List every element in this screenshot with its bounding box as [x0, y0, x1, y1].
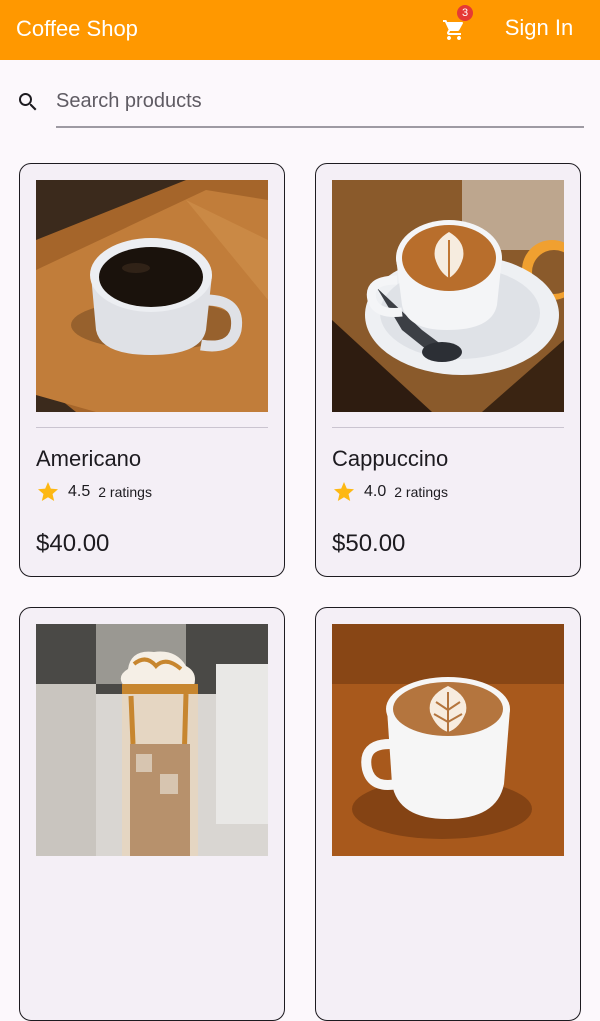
divider: [36, 427, 268, 428]
app-title: Coffee Shop: [16, 16, 138, 41]
product-image: [332, 624, 564, 856]
product-image: [36, 180, 268, 412]
rating-row: 4.5 2 ratings: [36, 480, 152, 504]
star-icon: [334, 482, 354, 501]
rating-value: 4.0: [364, 483, 387, 500]
rating-value: 4.5: [68, 483, 91, 500]
ratings-count: 2 ratings: [98, 484, 152, 500]
product-price: $50.00: [332, 530, 406, 557]
rating-row: 4.0 2 ratings: [332, 480, 448, 504]
product-card[interactable]: [19, 607, 285, 1021]
product-name: Americano: [36, 446, 142, 471]
product-card[interactable]: Americano 4.5 2 ratings $40.00: [19, 163, 285, 577]
cart-button[interactable]: 3: [436, 5, 473, 48]
product-card[interactable]: [315, 607, 581, 1021]
product-price: $40.00: [36, 530, 110, 557]
search-icon: [19, 93, 37, 111]
product-image: [36, 624, 268, 856]
star-icon: [38, 482, 58, 501]
divider: [332, 427, 564, 428]
product-name: Cappuccino: [332, 446, 449, 471]
product-card[interactable]: Cappuccino 4.0 2 ratings $50.00: [315, 163, 581, 577]
cart-count-badge: 3: [457, 5, 473, 21]
shopping-cart-icon: [443, 20, 464, 40]
search-input[interactable]: [56, 82, 584, 128]
app-bar: Coffee Shop 3 Sign In: [0, 0, 600, 60]
ratings-count: 2 ratings: [394, 484, 448, 500]
sign-in-button[interactable]: Sign In: [492, 12, 586, 44]
product-image: [332, 180, 564, 412]
